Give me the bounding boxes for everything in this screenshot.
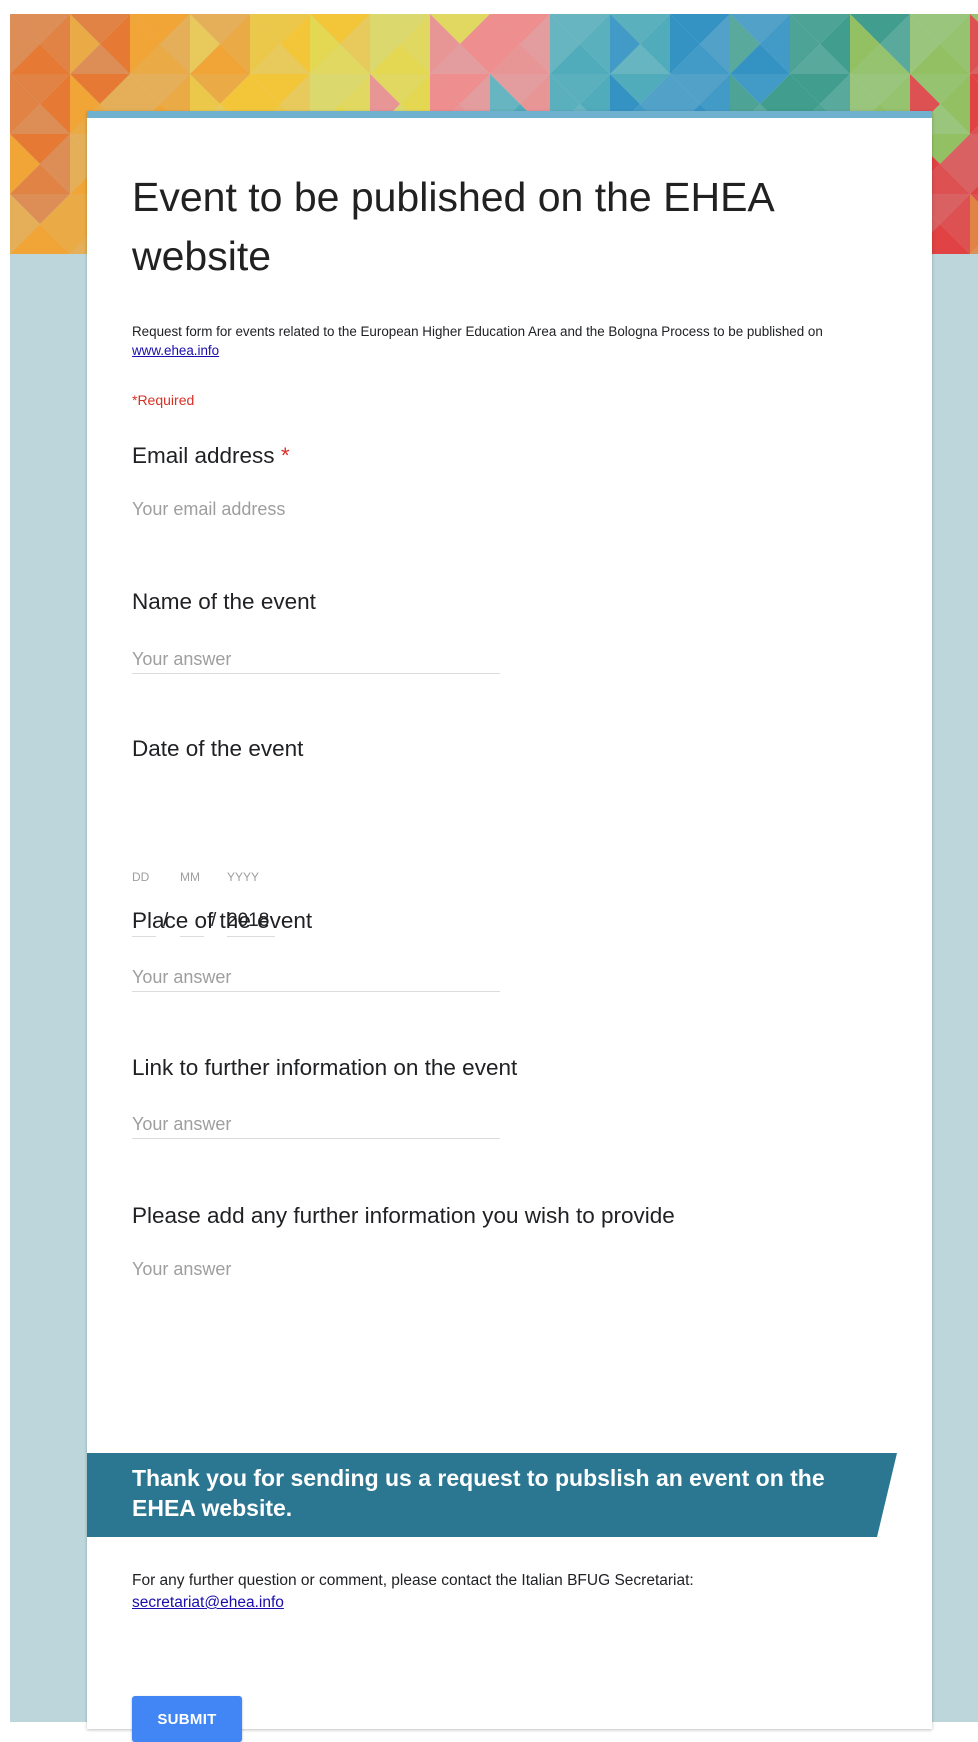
further-info-input[interactable] <box>132 1255 500 1283</box>
required-note: *Required <box>132 392 195 408</box>
section-description-text: For any further question or comment, ple… <box>132 1572 694 1589</box>
event-name-input[interactable] <box>132 645 500 674</box>
email-question-title: Email address * <box>132 443 290 469</box>
day-label: DD <box>132 870 150 884</box>
year-label: YYYY <box>227 870 260 884</box>
form-card: Event to be published on the EHEA websit… <box>87 111 932 1742</box>
event-link-input[interactable] <box>132 1110 500 1139</box>
section-title: Thank you for sending us a request to pu… <box>132 1465 825 1521</box>
further-info-question-title: Please add any further information you w… <box>132 1203 675 1228</box>
section-description: For any further question or comment, ple… <box>132 1570 887 1614</box>
place-question-title: Place of the event <box>132 908 313 933</box>
email-field[interactable] <box>132 495 500 523</box>
form-description-text: Request form for events related to the E… <box>132 324 823 339</box>
required-asterisk: * <box>280 443 290 468</box>
ehea-website-link[interactable]: www.ehea.info <box>132 343 219 358</box>
secretariat-email-link[interactable]: secretariat@ehea.info <box>132 1594 284 1611</box>
link-question-title: Link to further information on the event <box>132 1055 518 1080</box>
date-question-title: Date of the event <box>132 736 304 761</box>
form-description: Request form for events related to the E… <box>132 322 887 360</box>
email-question-label: Email address <box>132 443 275 468</box>
form-title: Event to be published on the EHEA websit… <box>132 174 773 279</box>
section-header-banner: Thank you for sending us a request to pu… <box>87 1453 932 1537</box>
name-question-title: Name of the event <box>132 589 316 614</box>
submit-button[interactable]: SUBMIT <box>132 1696 242 1742</box>
event-place-input[interactable] <box>132 963 500 992</box>
month-label: MM <box>180 870 200 884</box>
